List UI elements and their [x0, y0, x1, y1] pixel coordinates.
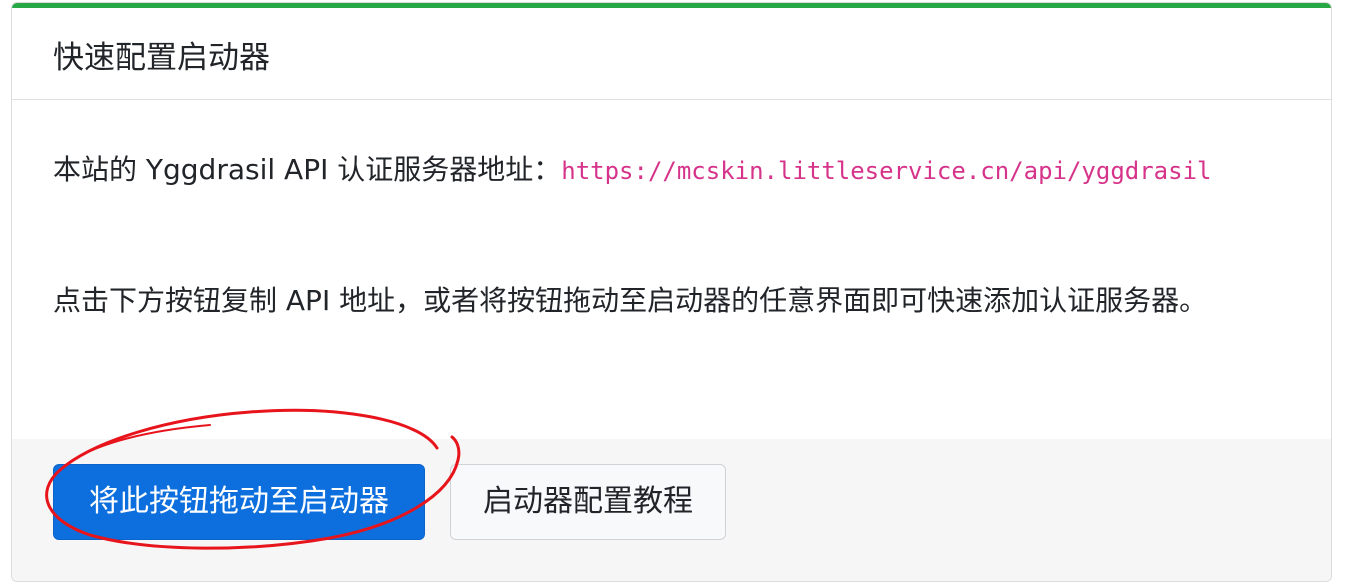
drag-to-launcher-button[interactable]: 将此按钮拖动至启动器 [53, 464, 425, 540]
card-header: 快速配置启动器 [12, 8, 1331, 100]
launcher-tutorial-button[interactable]: 启动器配置教程 [450, 464, 726, 540]
card-footer: 将此按钮拖动至启动器 启动器配置教程 [12, 439, 1331, 581]
card-body: 本站的 Yggdrasil API 认证服务器地址：https://mcskin… [12, 101, 1331, 439]
api-url[interactable]: https://mcskin.littleservice.cn/api/yggd… [561, 157, 1211, 185]
server-address-paragraph: 本站的 Yggdrasil API 认证服务器地址：https://mcskin… [53, 145, 1283, 196]
card-title: 快速配置启动器 [53, 40, 270, 76]
instructions-paragraph: 点击下方按钮复制 API 地址，或者将按钮拖动至启动器的任意界面即可快速添加认证… [53, 284, 1208, 317]
launcher-config-card: 快速配置启动器 本站的 Yggdrasil API 认证服务器地址：https:… [11, 2, 1332, 582]
server-address-label: 本站的 Yggdrasil API 认证服务器地址： [53, 153, 562, 186]
